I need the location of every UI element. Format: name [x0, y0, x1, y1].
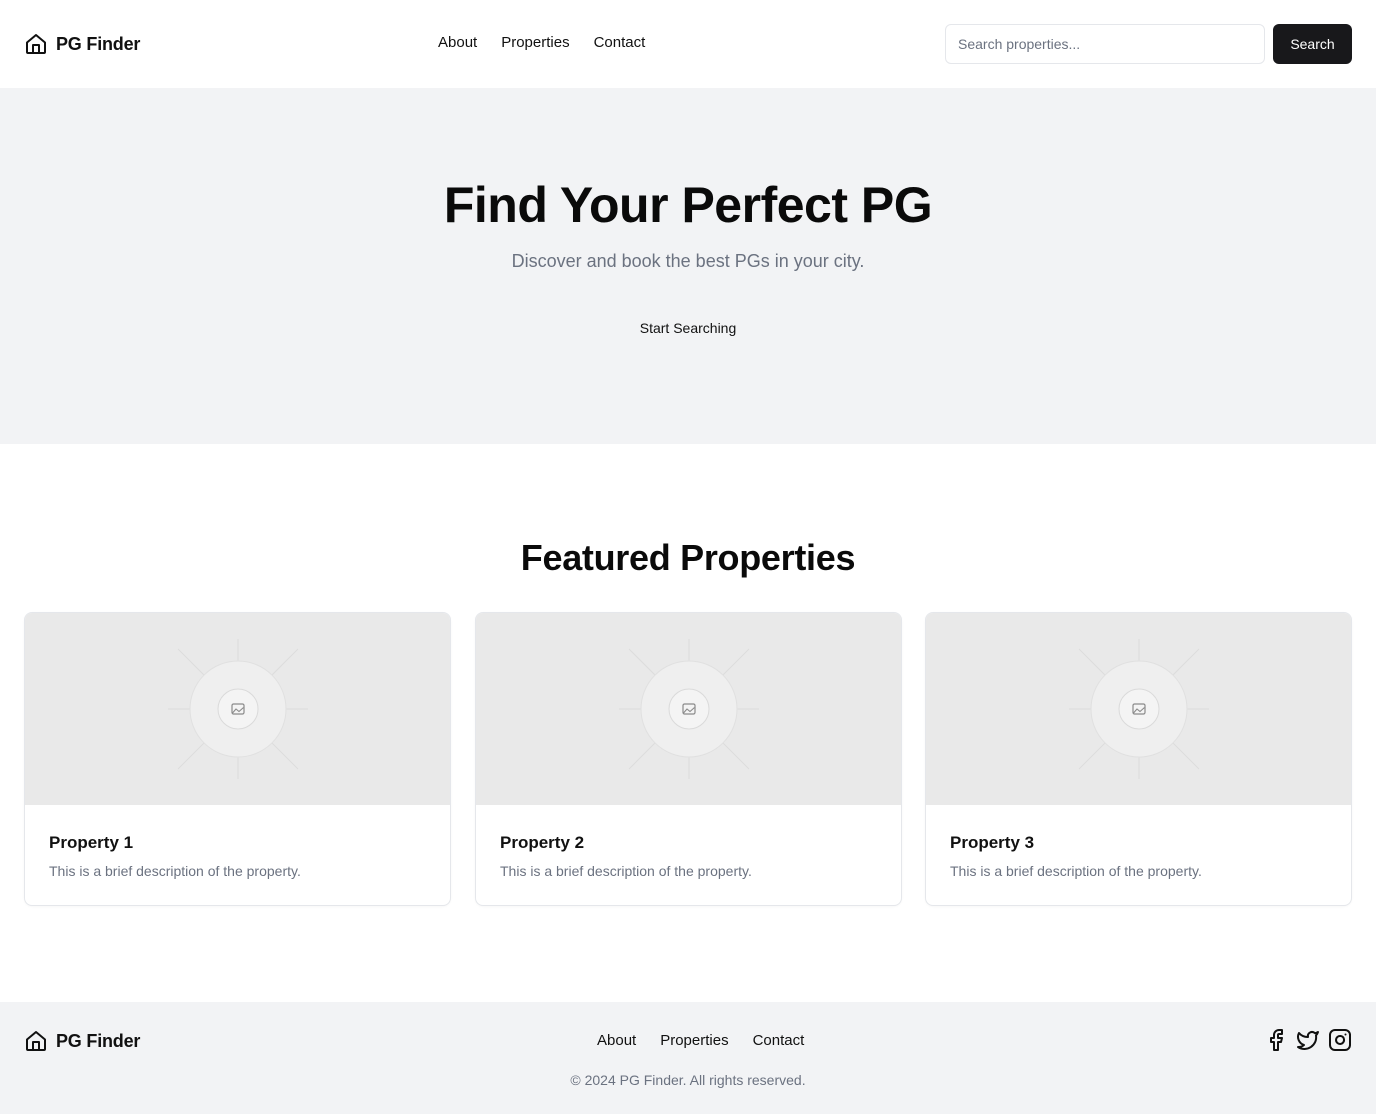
property-description: This is a brief description of the prope…	[49, 863, 301, 879]
hero-subtitle: Discover and book the best PGs in your c…	[511, 251, 865, 271]
property-image	[926, 613, 1351, 805]
property-image	[476, 613, 901, 805]
search-input[interactable]	[945, 24, 1265, 64]
site-footer: PG Finder About Properties Contact © 202…	[0, 1002, 1376, 1114]
brand-name: PG Finder	[56, 33, 141, 54]
footer-link-about[interactable]: About	[597, 1032, 636, 1049]
social-links	[1264, 1028, 1352, 1052]
image-placeholder-icon	[167, 639, 308, 779]
house-icon	[26, 34, 46, 54]
nav-link-properties[interactable]: Properties	[501, 34, 569, 51]
nav-link-about[interactable]: About	[438, 34, 477, 51]
footer-link-contact[interactable]: Contact	[753, 1032, 805, 1049]
property-card[interactable]: Property 1 This is a brief description o…	[24, 612, 451, 906]
house-icon	[26, 1031, 46, 1051]
property-image	[25, 613, 450, 805]
footer-link-properties[interactable]: Properties	[660, 1032, 728, 1049]
property-description: This is a brief description of the prope…	[950, 863, 1202, 879]
facebook-icon[interactable]	[1264, 1028, 1288, 1052]
nav-link-contact[interactable]: Contact	[594, 34, 646, 51]
featured-title: Featured Properties	[520, 537, 856, 578]
main-nav: About Properties Contact	[438, 34, 645, 51]
property-card[interactable]: Property 3 This is a brief description o…	[925, 612, 1352, 906]
footer-brand-name: PG Finder	[56, 1030, 141, 1051]
search-bar: Search	[945, 24, 1352, 64]
site-header: PG Finder About Properties Contact Searc…	[0, 0, 1376, 88]
image-placeholder-icon	[1068, 639, 1209, 779]
property-title: Property 3	[950, 833, 1035, 852]
footer-brand-logo[interactable]: PG Finder	[24, 1028, 140, 1054]
property-description: This is a brief description of the prope…	[500, 863, 752, 879]
search-button[interactable]: Search	[1273, 24, 1352, 64]
hero-title: Find Your Perfect PG	[443, 177, 933, 233]
hero-section: Find Your Perfect PG Discover and book t…	[0, 88, 1376, 444]
property-title: Property 2	[500, 833, 585, 852]
twitter-icon[interactable]	[1296, 1028, 1320, 1052]
footer-nav: About Properties Contact	[597, 1032, 804, 1049]
brand-logo[interactable]: PG Finder	[24, 31, 140, 57]
property-title: Property 1	[49, 833, 134, 852]
image-placeholder-icon	[618, 639, 759, 779]
property-card[interactable]: Property 2 This is a brief description o…	[475, 612, 902, 906]
copyright-text: © 2024 PG Finder. All rights reserved.	[570, 1072, 806, 1088]
start-searching-button[interactable]: Start Searching	[612, 314, 764, 342]
instagram-icon[interactable]	[1328, 1028, 1352, 1052]
